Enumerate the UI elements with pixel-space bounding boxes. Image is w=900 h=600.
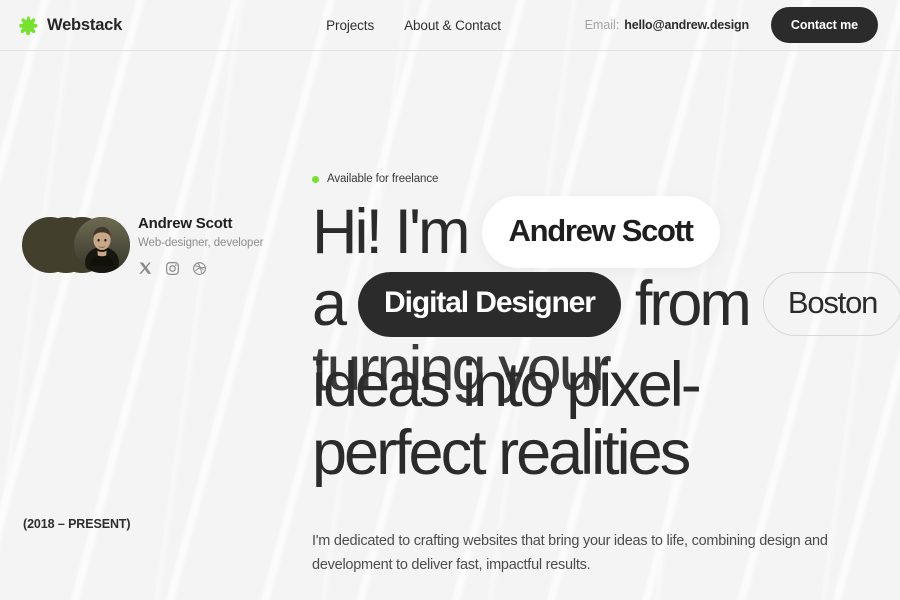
- social-links: [138, 261, 263, 276]
- page-root: Webstack Projects About & Contact Email:…: [0, 0, 900, 600]
- headline-line-1: Hi! I'm Andrew Scott: [312, 196, 900, 268]
- availability-badge: Available for freelance: [312, 173, 900, 185]
- pill-name[interactable]: Andrew Scott: [481, 196, 720, 268]
- four-point-star-icon: [18, 15, 38, 36]
- nav-item-about-contact[interactable]: About & Contact: [404, 18, 501, 33]
- brand-logo[interactable]: Webstack: [18, 15, 123, 36]
- header-right-group: Email: hello@andrew.design Contact me: [585, 7, 878, 43]
- site-header: Webstack Projects About & Contact Email:…: [0, 0, 900, 51]
- avatar-stack: [22, 209, 134, 281]
- headline-overlap-lines: turning your ideas into pixel-: [312, 338, 900, 417]
- brand-name: Webstack: [47, 15, 123, 34]
- availability-dot-icon: [312, 175, 319, 183]
- header-email[interactable]: Email: hello@andrew.design: [584, 18, 750, 32]
- headline-line-4: perfect realities: [312, 422, 900, 485]
- headline-line-3b: ideas into pixel-: [312, 350, 702, 420]
- hero-headline: Hi! I'm Andrew Scott a Digital Designer …: [312, 196, 900, 485]
- instagram-icon[interactable]: [165, 261, 180, 276]
- nav-item-projects[interactable]: Projects: [326, 18, 374, 33]
- headline-word-greeting: Hi! I'm: [312, 196, 471, 267]
- email-label: Email:: [584, 18, 620, 32]
- availability-text: Available for freelance: [327, 173, 439, 185]
- profile-name: Andrew Scott: [138, 214, 233, 232]
- profile-details: Andrew Scott Web-designer, developer: [134, 215, 263, 276]
- headline-word-from: from: [634, 268, 752, 339]
- dribbble-icon[interactable]: [192, 261, 207, 276]
- headline-word-realities: perfect realities: [312, 418, 691, 488]
- page-content: Andrew Scott Web-designer, developer (20…: [0, 51, 900, 600]
- profile-card: Andrew Scott Web-designer, developer: [22, 209, 263, 281]
- email-value: hello@andrew.design: [624, 18, 749, 32]
- hero-section: Available for freelance Hi! I'm Andrew S…: [312, 51, 900, 577]
- x-icon[interactable]: [138, 261, 153, 276]
- years-active-label: (2018 – PRESENT): [23, 517, 131, 531]
- pill-city[interactable]: Boston: [762, 272, 900, 336]
- main-nav: Projects About & Contact: [326, 18, 501, 33]
- avatar: [74, 217, 130, 273]
- headline-line-2: a Digital Designer from Boston: [312, 266, 900, 342]
- headline-word-a: a: [312, 268, 347, 339]
- pill-role[interactable]: Digital Designer: [358, 271, 621, 337]
- hero-description: I'm dedicated to crafting websites that …: [312, 533, 828, 574]
- contact-me-button[interactable]: Contact me: [770, 7, 878, 43]
- profile-role: Web-designer, developer: [138, 236, 264, 249]
